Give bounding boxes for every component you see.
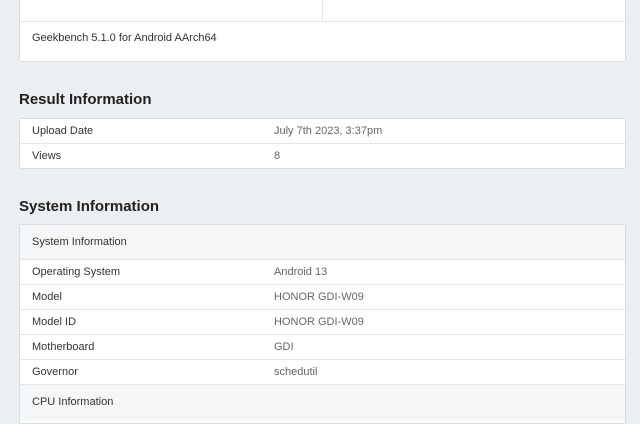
row-label: Governor — [32, 366, 78, 378]
benchmark-info-card: Geekbench 5.1.0 for Android AArch64 — [19, 0, 626, 62]
table-row: Operating System Android 13 — [20, 260, 625, 285]
system-information-table: System Information Operating System Andr… — [19, 224, 626, 424]
row-value: GDI — [274, 341, 294, 353]
section-header-label: CPU Information — [32, 396, 114, 408]
row-value: schedutil — [274, 366, 318, 378]
row-label: Upload Date — [32, 125, 94, 137]
section-header-label: System Information — [32, 236, 127, 248]
table-section-header: System Information — [20, 225, 625, 260]
row-label: Operating System — [32, 266, 121, 278]
row-value: Android 13 — [274, 266, 328, 278]
table-row: Views 8 — [20, 144, 625, 169]
table-row: Motherboard GDI — [20, 335, 625, 360]
row-value: HONOR GDI-W09 — [274, 316, 364, 328]
table-section-header: CPU Information — [20, 385, 625, 420]
row-label: Model — [32, 291, 62, 303]
row-value: HONOR GDI-W09 — [274, 291, 364, 303]
system-information-title: System Information — [19, 198, 160, 215]
column-divider — [322, 0, 323, 21]
table-row: Model ID HONOR GDI-W09 — [20, 310, 625, 335]
benchmark-version: Geekbench 5.1.0 for Android AArch64 — [32, 32, 217, 44]
benchmark-info-row — [20, 0, 625, 22]
row-label: Views — [32, 150, 62, 162]
row-label: Model ID — [32, 316, 77, 328]
row-label: Motherboard — [32, 341, 95, 353]
row-value: 8 — [274, 150, 281, 162]
row-value: July 7th 2023, 3:37pm — [274, 125, 383, 137]
table-row: Model HONOR GDI-W09 — [20, 285, 625, 310]
result-information-table: Upload Date July 7th 2023, 3:37pm Views … — [19, 118, 626, 169]
table-row: Upload Date July 7th 2023, 3:37pm — [20, 119, 625, 144]
result-information-title: Result Information — [19, 91, 152, 108]
table-row: Governor schedutil — [20, 360, 625, 385]
